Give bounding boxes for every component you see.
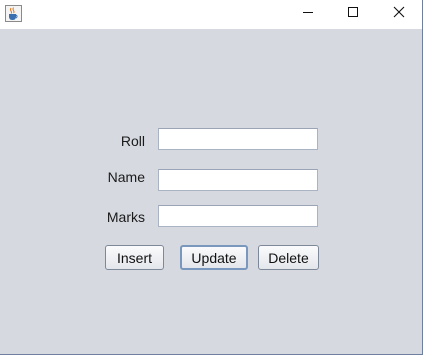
roll-input[interactable] [158, 128, 318, 150]
maximize-icon [347, 5, 359, 23]
title-bar[interactable] [0, 0, 422, 28]
roll-label: Roll [120, 133, 145, 149]
minimize-icon [302, 5, 314, 23]
maximize-button[interactable] [330, 0, 376, 28]
update-button[interactable]: Update [180, 245, 248, 270]
form-panel: Roll Name Marks Insert Update Delete [0, 29, 422, 354]
marks-input[interactable] [158, 205, 318, 227]
insert-button[interactable]: Insert [105, 245, 164, 270]
name-input[interactable] [158, 169, 318, 191]
close-button[interactable] [376, 0, 422, 28]
name-label: Name [107, 169, 145, 185]
java-cup-icon[interactable] [5, 5, 22, 22]
marks-label: Marks [106, 209, 145, 225]
delete-button[interactable]: Delete [258, 245, 319, 270]
app-window: Roll Name Marks Insert Update Delete [0, 0, 423, 355]
minimize-button[interactable] [285, 0, 331, 28]
close-icon [393, 5, 405, 23]
